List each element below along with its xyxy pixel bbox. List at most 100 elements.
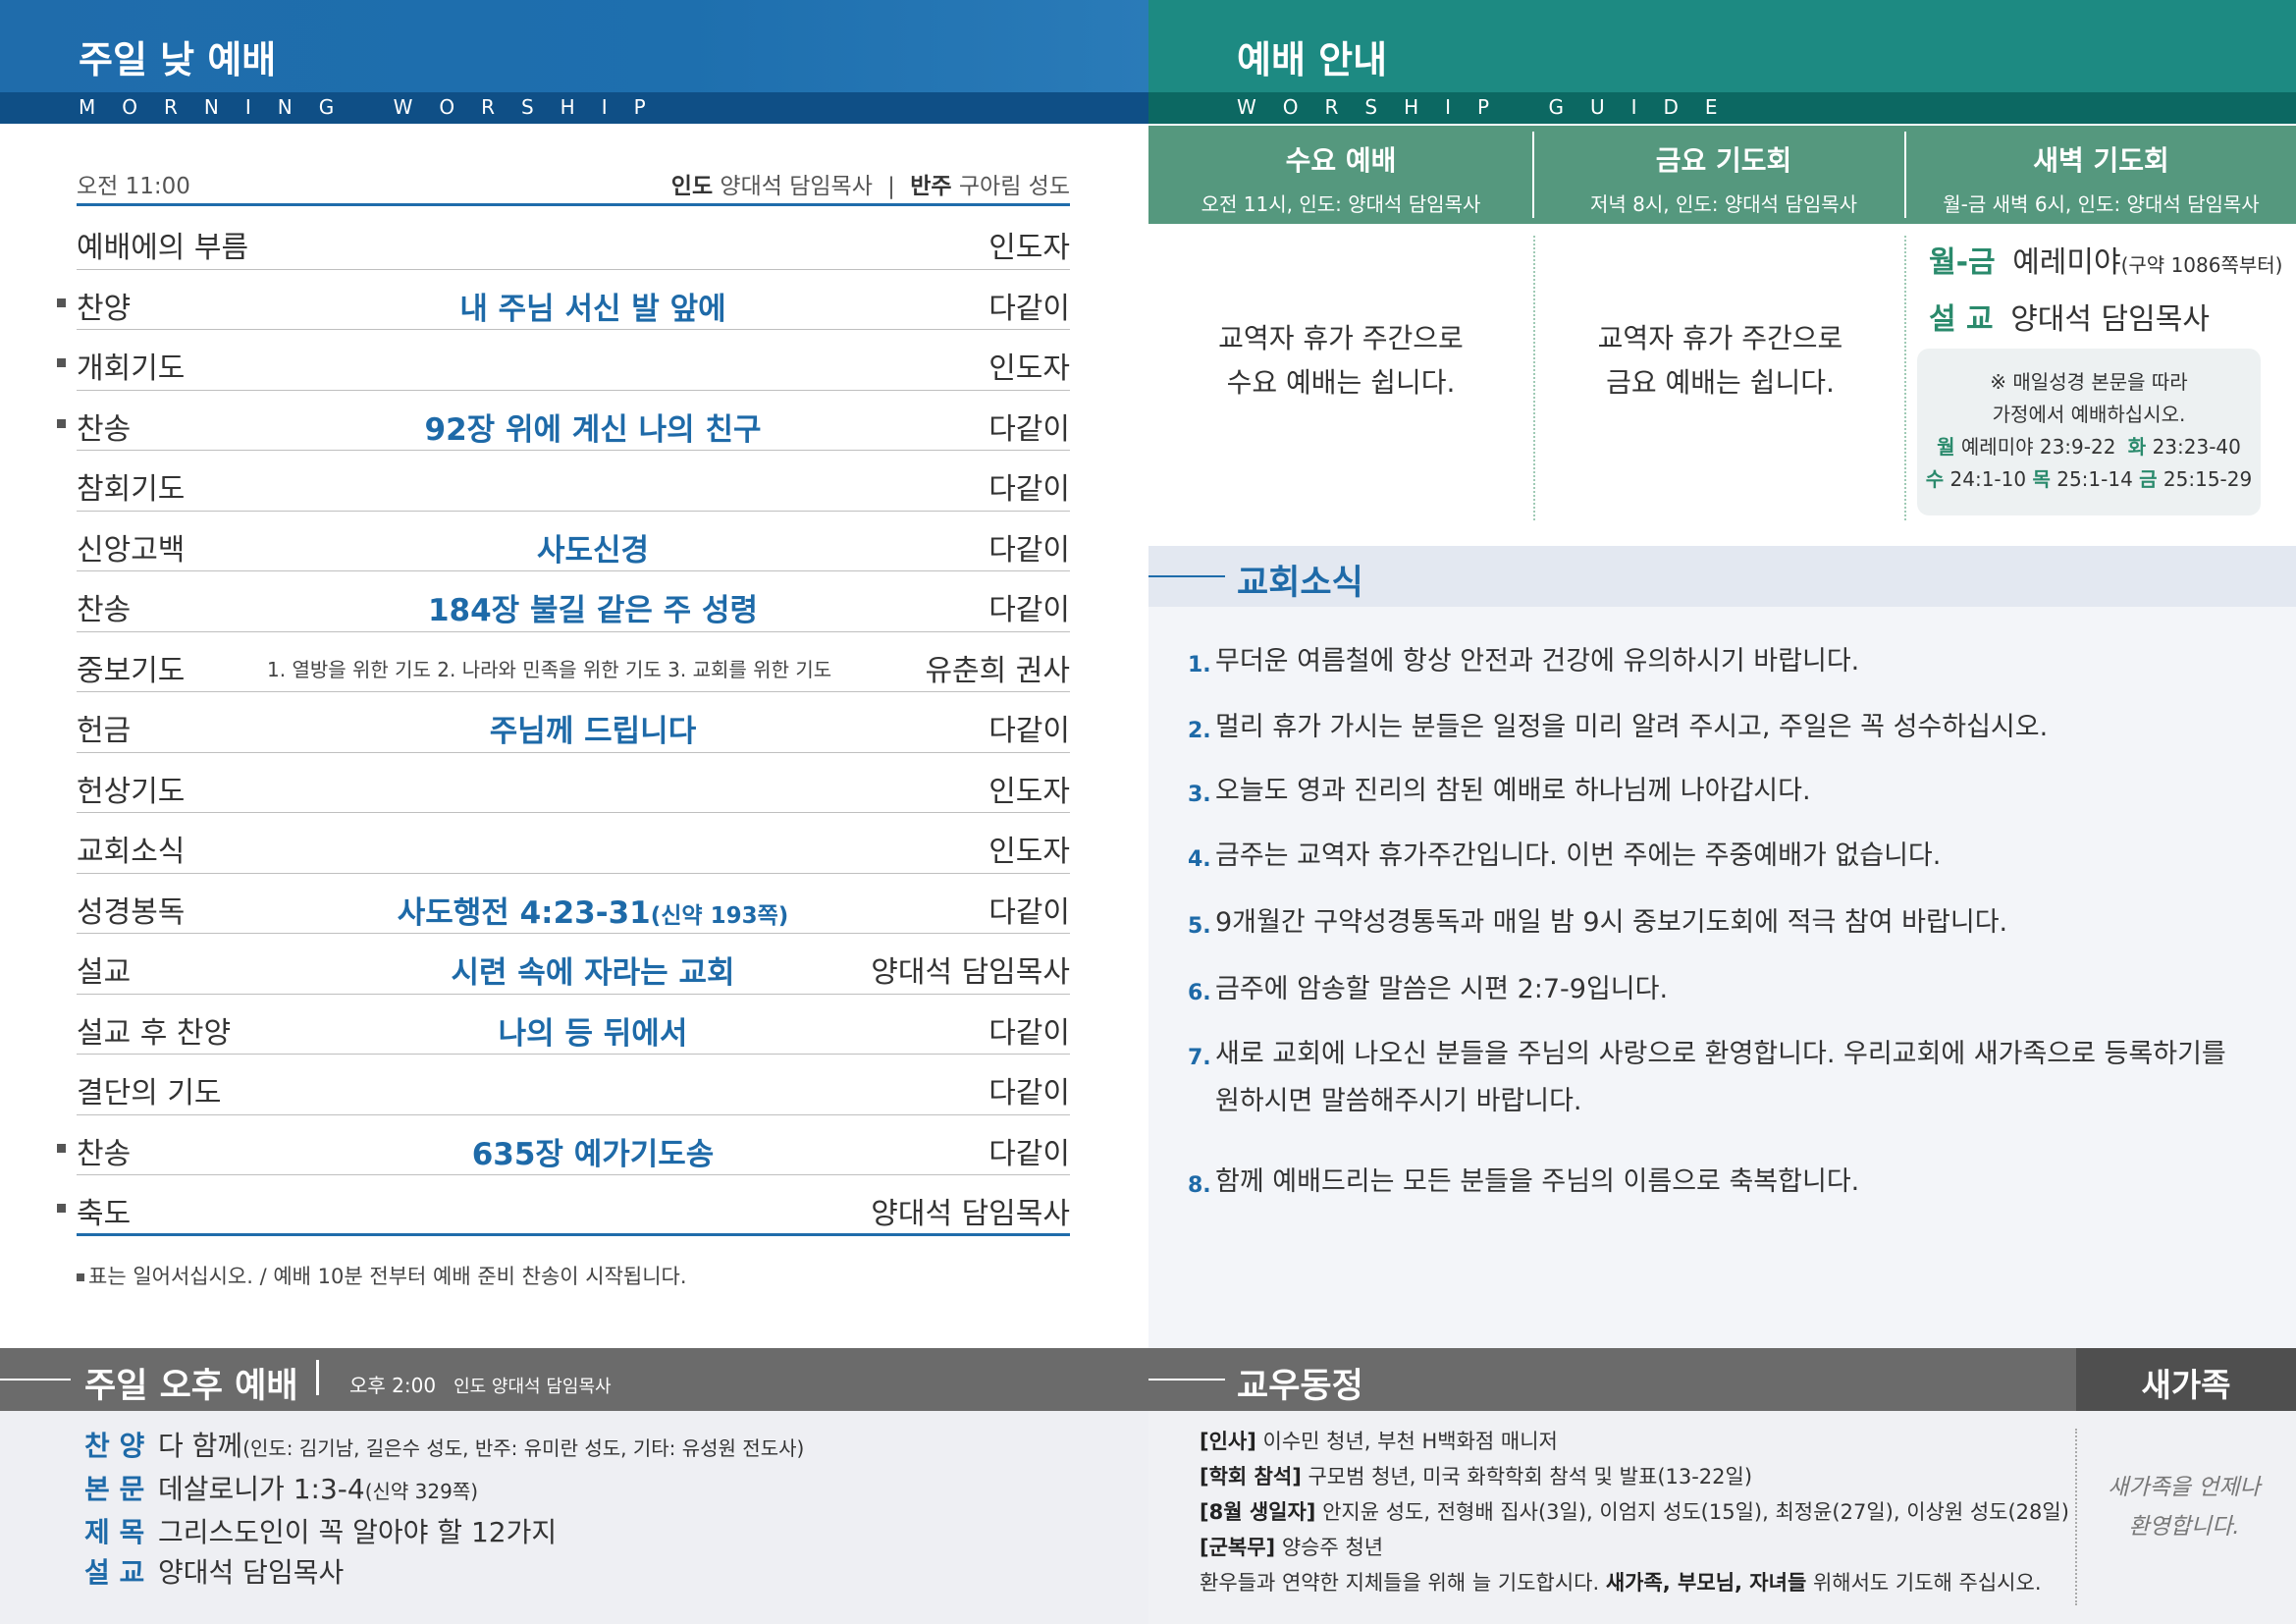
news-item: 6. 금주에 암송할 말씀은 시편 2:7-9입니다. (1188, 966, 2248, 1013)
bottom-bar: 주일 오후 예배 오후 2:00 인도 양대석 담임목사 교우동정 새가족 (0, 1348, 2296, 1411)
service-item-name: 예배에의 부름 (77, 231, 249, 265)
news-item: 2. 멀리 휴가 가시는 분들은 일정을 미리 알려 주시고, 주일은 꼭 성수하… (1188, 704, 2248, 751)
afternoon-item-label: 제 목 (84, 1516, 145, 1548)
afternoon-item-value: 데살로니가 1:3-4 (158, 1473, 365, 1505)
afternoon-item-label: 찬 양 (84, 1430, 145, 1462)
accompanist-name: 구아림 성도 (958, 174, 1070, 199)
news-item-text: 금주는 교역자 휴가주간입니다. 이번 주에는 주중예배가 없습니다. (1215, 840, 1942, 871)
service-row: 설교 시련 속에 자라는 교회 양대석 담임목사 (77, 934, 1070, 995)
news-item: 7. 새로 교회에 나오신 분들을 주님의 사랑으로 환영합니다. 우리교회에 새… (1188, 1031, 2248, 1125)
friday-notice-line1: 교역자 휴가 주간으로 (1597, 322, 1843, 354)
member-news-text: 이수민 청년, 부천 H백화점 매니저 (1255, 1430, 1558, 1453)
guide-dotted-divider (1904, 236, 1906, 520)
service-item-title: 내 주님 서신 발 앞에 (459, 291, 726, 327)
service-item-content: 184장 불길 같은 주 성령 (77, 585, 1070, 629)
reading-day: 목 (2032, 467, 2051, 491)
member-news-item: [학회 참석] 구모범 청년, 미국 화학학회 참석 및 발표(13-22일) (1200, 1459, 2069, 1494)
service-leaders: 인도 양대석 담임목사 | 반주 구아림 성도 (671, 167, 1070, 200)
member-news-label: [8월 생일자] (1200, 1500, 1316, 1524)
member-news-label: [군복무] (1200, 1536, 1276, 1559)
friday-notice-line2: 금요 예배는 쉽니다. (1606, 366, 1835, 399)
dawn-book-page: (구약 1086쪽부터) (2120, 253, 2283, 277)
standing-note: 표는 일어서십시오. / 예배 10분 전부터 예배 준비 찬송이 시작됩니다. (77, 1261, 687, 1290)
afternoon-time: 오후 2:00 (349, 1374, 437, 1397)
members-prayer: 환우들과 연약한 지체들을 위해 늘 기도합시다. 새가족, 부모님, 자녀들 … (1200, 1565, 2069, 1600)
afternoon-item-detail: (신약 329쪽) (364, 1480, 479, 1503)
new-family-text: 새가족을 언제나 환영합니다. (2096, 1468, 2272, 1546)
service-item-who: 다같이 (988, 1015, 1070, 1051)
service-row: 찬송 92장 위에 계신 나의 친구 다같이 (57, 391, 1070, 451)
service-item-who: 인도자 (988, 352, 1070, 386)
service-item-who: 인도자 (988, 835, 1070, 869)
service-item-content: 나의 등 뒤에서 (77, 1008, 1070, 1053)
news-item-number: 3. (1188, 783, 1211, 807)
member-news-text: 구모범 청년, 미국 화학학회 참석 및 발표(13-22일) (1301, 1465, 1753, 1489)
daily-bible-box: ※ 매일성경 본문을 따라 가정에서 예배하십시오. 월 예레미야 23:9-2… (1917, 349, 2261, 515)
title-separator (316, 1360, 319, 1395)
service-item-who: 양대석 담임목사 (871, 1197, 1070, 1231)
wednesday-notice-line2: 수요 예배는 쉽니다. (1226, 366, 1456, 399)
reading-day: 금 (2139, 467, 2158, 491)
members-title: 교우동정 (1237, 1367, 1363, 1406)
service-row: 축도 양대석 담임목사 (57, 1175, 1070, 1236)
wednesday-notice-line1: 교역자 휴가 주간으로 (1218, 322, 1464, 354)
service-item-who: 양대석 담임목사 (871, 955, 1070, 990)
header-rule (1148, 575, 1225, 577)
service-item-title: 1. 열방을 위한 기도 2. 나라와 민족을 위한 기도 3. 교회를 위한 … (267, 657, 832, 681)
service-item-content: 92장 위에 계신 나의 친구 (77, 405, 1070, 449)
accompanist-label: 반주 (910, 174, 952, 199)
stand-marker (57, 1143, 66, 1153)
guide-col-sub: 저녁 8시, 인도: 양대석 담임목사 (1589, 192, 1858, 216)
service-row: 설교 후 찬양 나의 등 뒤에서 다같이 (77, 995, 1070, 1055)
service-item-content: 내 주님 서신 발 앞에 (77, 284, 1070, 328)
service-item-who: 다같이 (988, 291, 1070, 326)
dawn-book: 예레미야 (2012, 245, 2121, 280)
service-item-name: 헌상기도 (77, 774, 186, 809)
morning-worship-title: 주일 낮 예배 (79, 38, 277, 81)
service-item-content: 사도신경 (77, 525, 1070, 569)
church-news-header: 교회소식 (1148, 546, 2296, 607)
afternoon-meta: 오후 2:00 인도 양대석 담임목사 (349, 1370, 612, 1398)
service-item-content: 주님께 드립니다 (77, 706, 1070, 750)
order-of-service: 예배에의 부름 인도자 찬양 내 주님 서신 발 앞에 다같이 개회기도 인도자 찬송 92장 … (57, 209, 1070, 1236)
service-row: 교회소식 인도자 (77, 813, 1070, 874)
news-item-number: 6. (1188, 981, 1211, 1005)
worship-guide-title: 예배 안내 (1237, 38, 1388, 81)
dawn-preacher: 설 교 양대석 담임목사 (1929, 295, 2210, 338)
afternoon-item-value: 양대석 담임목사 (158, 1556, 345, 1589)
service-item-title: 나의 등 뒤에서 (498, 1015, 688, 1052)
reading-passage: 23:23-40 (2152, 435, 2241, 459)
service-item-name: 축도 (77, 1197, 132, 1231)
news-item-number: 4. (1188, 847, 1211, 872)
friday-notice: 교역자 휴가 주간으로 금요 예배는 쉽니다. (1535, 316, 1905, 405)
worship-guide-subtitle: WORSHIP GUIDE (1237, 95, 1744, 119)
service-row: 개회기도 인도자 (57, 330, 1070, 391)
member-news-text: 양승주 청년 (1275, 1536, 1384, 1559)
service-item-title: 사도행전 4:23-31 (397, 894, 651, 931)
service-item-who: 다같이 (988, 894, 1070, 930)
service-item-who: 다같이 (988, 714, 1070, 748)
new-family-title: 새가족 (2076, 1348, 2296, 1411)
service-item-name: 결단의 기도 (77, 1076, 222, 1110)
service-item-who: 다같이 (988, 1076, 1070, 1110)
afternoon-title: 주일 오후 예배 (84, 1367, 298, 1406)
service-time: 오전 11:00 (77, 174, 190, 199)
member-news-item: [인사] 이수민 청년, 부천 H백화점 매니저 (1200, 1424, 2069, 1459)
news-item-number: 2. (1188, 719, 1211, 743)
news-item: 8. 함께 예배드리는 모든 분들을 주님의 이름으로 축복합니다. (1188, 1159, 2248, 1206)
standing-note-text: 표는 일어서십시오. / 예배 10분 전부터 예배 준비 찬송이 시작됩니다. (88, 1265, 687, 1288)
new-family-divider (2075, 1429, 2077, 1605)
service-item-who: 다같이 (988, 593, 1070, 627)
stand-marker (57, 1204, 66, 1213)
member-news-text: 안지윤 성도, 전형배 집사(3일), 이엄지 성도(15일), 최정윤(27일… (1315, 1500, 2069, 1524)
reading-day: 화 (2127, 435, 2147, 459)
afternoon-worship-list: 찬 양 다 함께(인도: 김기남, 길은수 성도, 반주: 유미란 성도, 기타:… (84, 1426, 804, 1593)
service-row: 예배에의 부름 인도자 (77, 209, 1070, 270)
service-row: 찬양 내 주님 서신 발 앞에 다같이 (57, 270, 1070, 330)
service-row: 헌상기도 인도자 (77, 753, 1070, 813)
morning-worship-header: 주일 낮 예배 MORNING WORSHIP (0, 0, 1148, 124)
service-item-who: 다같이 (988, 411, 1070, 447)
reading-day: 월 (1937, 435, 1955, 459)
news-item-text: 새로 교회에 나오신 분들을 주님의 사랑으로 환영합니다. 우리교회에 새가족… (1215, 1039, 2226, 1116)
church-news-title: 교회소식 (1237, 564, 1363, 603)
